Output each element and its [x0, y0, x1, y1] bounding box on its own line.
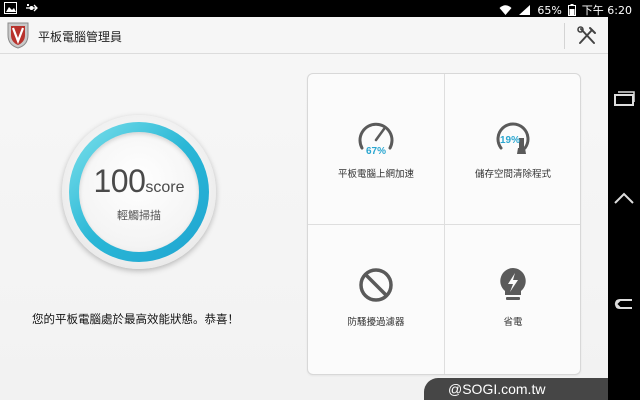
wifi-icon [499, 5, 512, 15]
tile-storage-cleaner[interactable]: 19% 儲存空間清除程式 [445, 74, 581, 224]
score-value: 100 [93, 163, 146, 199]
tile-label: 儲存空間清除程式 [474, 169, 551, 180]
tile-label: 平板電腦上網加速 [337, 169, 414, 180]
battery-icon [567, 4, 576, 16]
recent-apps-icon[interactable] [612, 87, 636, 111]
clock: 下午 6:20 [581, 4, 632, 17]
status-bar: 65% 下午 6:20 [0, 0, 640, 17]
block-icon [359, 268, 393, 302]
tap-to-scan-label: 輕觸掃描 [117, 209, 161, 222]
signal-icon [519, 5, 531, 15]
storage-cleaner-percent: 19% [500, 135, 520, 146]
home-icon[interactable] [612, 187, 636, 211]
navigation-bar [608, 17, 640, 400]
app-title: 平板電腦管理員 [38, 30, 123, 44]
status-message: 您的平板電腦處於最高效能狀態。恭喜！ [32, 312, 239, 326]
app-window: 平板電腦管理員 100score 輕觸掃描 您的平板電腦處於最高效能狀態。恭喜！… [0, 17, 608, 400]
tile-label: 省電 [503, 317, 523, 328]
settings-tools-icon[interactable] [574, 23, 600, 49]
tile-power-saver[interactable]: 省電 [445, 225, 581, 375]
toolbar-divider [564, 23, 565, 49]
watermark: @SOGI.com.tw [424, 378, 608, 400]
battery-percent: 65% [537, 3, 562, 17]
gallery-notification-icon [4, 2, 17, 14]
tile-harassment-filter[interactable]: 防騷擾過濾器 [308, 225, 444, 375]
tile-label: 防騷擾過濾器 [347, 317, 405, 328]
storage-broom-icon: 19% [496, 122, 530, 154]
scan-score-button[interactable]: 100score 輕觸掃描 [62, 115, 216, 269]
back-icon[interactable] [612, 292, 636, 316]
title-bar: 平板電腦管理員 [0, 17, 608, 54]
internet-boost-percent: 67% [366, 146, 386, 157]
speedometer-icon: 67% [358, 122, 394, 157]
watermark-text: @SOGI.com.tw [448, 381, 546, 397]
score-display: 100score [62, 163, 216, 200]
feature-panel: 67% 平板電腦上網加速 19% 儲存空間清除程式 防騷擾過濾器 省電 [307, 73, 581, 375]
lightbulb-bolt-icon [500, 268, 526, 300]
tile-internet-boost[interactable]: 67% 平板電腦上網加速 [308, 74, 444, 224]
usb-notification-icon [26, 4, 38, 12]
app-logo-shield-icon [7, 22, 29, 49]
score-unit: score [145, 179, 185, 196]
